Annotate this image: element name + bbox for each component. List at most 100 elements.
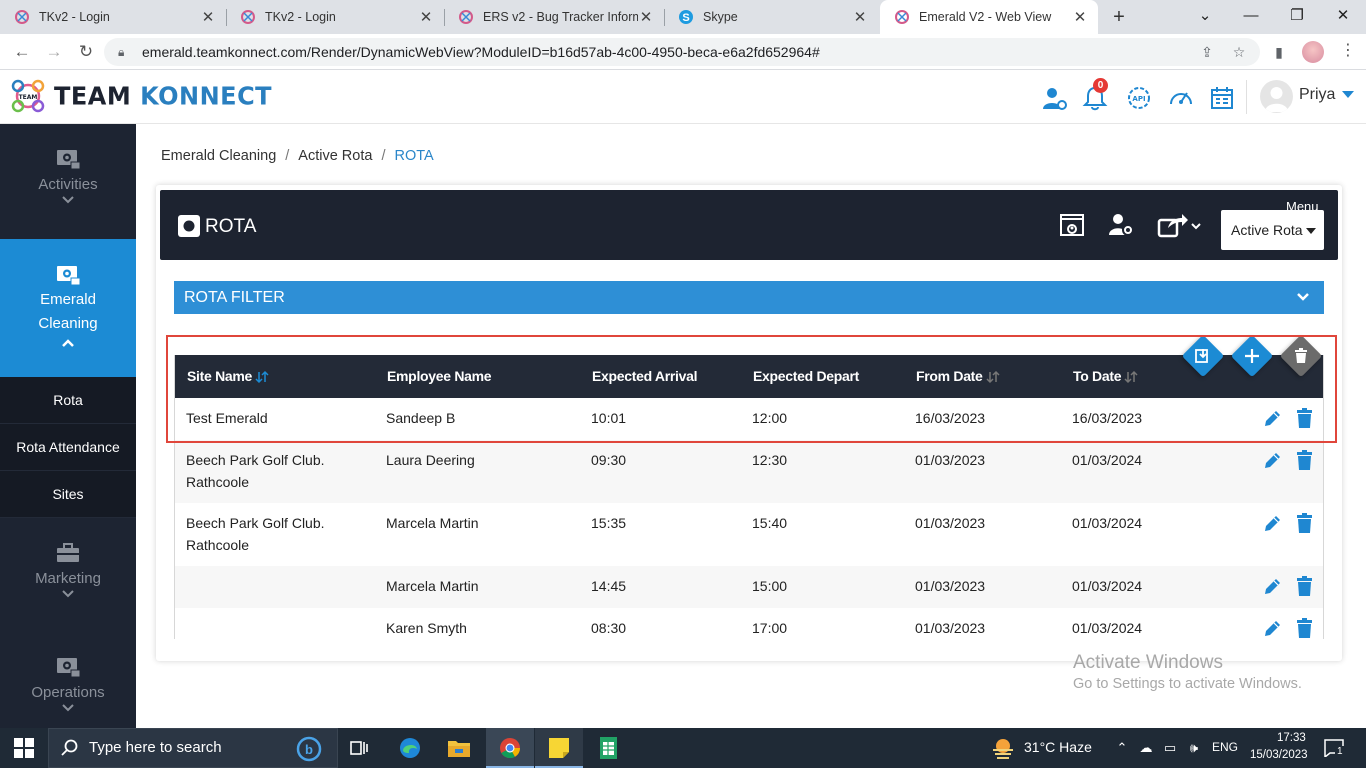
task-view-button[interactable]: [336, 728, 384, 768]
calendar-icon[interactable]: [1208, 84, 1236, 112]
volume-icon[interactable]: 🕪︎: [1186, 740, 1202, 756]
weather-haze-icon[interactable]: [990, 737, 1016, 759]
user-gear-icon[interactable]: [1106, 210, 1136, 240]
breadcrumb-link[interactable]: Emerald Cleaning: [161, 148, 276, 164]
sidebar-item-emerald-cleaning[interactable]: Emerald Cleaning: [0, 239, 136, 377]
sidebar-item-activities[interactable]: Activities: [0, 148, 136, 205]
taskbar-search-input[interactable]: Type here to search b: [48, 728, 338, 768]
onedrive-cloud-icon[interactable]: ☁: [1138, 740, 1154, 756]
side-panel-icon[interactable]: ▮: [1270, 43, 1288, 61]
language-indicator[interactable]: ENG: [1212, 740, 1238, 754]
browser-tab-active[interactable]: Emerald V2 - Web View ✕: [880, 0, 1098, 34]
user-settings-icon[interactable]: [1040, 84, 1068, 112]
cell-employee: Laura Deering: [386, 452, 475, 468]
tk-favicon-icon: [459, 10, 473, 24]
user-name[interactable]: Priya: [1299, 86, 1335, 104]
windows-start-icon[interactable]: [14, 738, 34, 758]
team-konnect-logo[interactable]: TEAM TEAM KONNECT: [10, 78, 272, 114]
clock-time[interactable]: 17:33: [1277, 732, 1306, 744]
tab-search-chevron-icon[interactable]: ⌄: [1182, 0, 1228, 34]
edge-icon: [400, 738, 420, 758]
cell-site: Beech Park Golf Club. Rathcoole: [186, 515, 325, 553]
gear-screen-icon: [57, 150, 81, 170]
close-tab-icon[interactable]: ✕: [852, 8, 868, 26]
url-bar[interactable]: 🔒︎ emerald.teamkonnect.com/Render/Dynami…: [104, 38, 1260, 66]
maximize-button[interactable]: ❐: [1274, 0, 1320, 34]
logo-wordmark: TEAM KONNECT: [54, 81, 273, 111]
clock-date[interactable]: 15/03/2023: [1250, 749, 1308, 761]
breadcrumb-link[interactable]: Active Rota: [298, 148, 372, 164]
sticky-notes-icon: [549, 738, 569, 758]
folder-user-icon[interactable]: [1058, 210, 1088, 240]
delete-trash-icon[interactable]: [1296, 618, 1313, 638]
avatar[interactable]: [1260, 80, 1293, 113]
spreadsheet-icon: [600, 737, 617, 759]
bing-icon[interactable]: b: [296, 736, 322, 762]
close-tab-icon[interactable]: ✕: [638, 8, 654, 26]
sidebar: Activities Emerald Cleaning Rota Rota At…: [0, 124, 136, 728]
chrome-icon: [500, 738, 521, 759]
sidebar-subitem-rota-attendance[interactable]: Rota Attendance: [0, 424, 136, 471]
file-explorer-taskbar-button[interactable]: [435, 728, 483, 768]
menu-dropdown[interactable]: Active Rota: [1221, 210, 1324, 250]
browser-profile-avatar[interactable]: [1302, 41, 1324, 63]
gear-screen-icon: [57, 266, 81, 286]
back-button[interactable]: ←: [10, 40, 34, 64]
close-tab-icon[interactable]: ✕: [1072, 8, 1088, 26]
close-tab-icon[interactable]: ✕: [200, 8, 216, 26]
network-icon[interactable]: ▭: [1162, 740, 1178, 756]
close-window-button[interactable]: ✕: [1320, 0, 1366, 34]
browser-tab[interactable]: ERS v2 - Bug Tracker Informa ✕: [444, 0, 664, 34]
user-menu-caret-icon[interactable]: [1342, 91, 1354, 98]
browser-tab[interactable]: TKv2 - Login ✕: [0, 0, 226, 34]
rota-filter-bar[interactable]: ROTA FILTER: [174, 281, 1324, 314]
excel-taskbar-button[interactable]: [584, 728, 632, 768]
cell-to-date: 01/03/2024: [1072, 452, 1143, 468]
edit-pencil-icon[interactable]: [1263, 619, 1282, 638]
cell-employee: Marcela Martin: [386, 578, 479, 594]
table-row: Beech Park Golf Club. Rathcoole Laura Dee…: [175, 440, 1323, 503]
url-text: emerald.teamkonnect.com/Render/DynamicWe…: [142, 44, 820, 60]
browser-tab[interactable]: S Skype ✕: [664, 0, 878, 34]
cell-arrival: 15:35: [591, 515, 627, 531]
cell-site: Beech Park Golf Club. Rathcoole: [186, 452, 325, 490]
share-icon[interactable]: ⇪: [1198, 43, 1216, 61]
sidebar-label: Cleaning: [38, 315, 98, 332]
edit-pencil-icon[interactable]: [1263, 514, 1282, 533]
sidebar-subitem-rota[interactable]: Rota: [0, 377, 136, 424]
edge-taskbar-button[interactable]: [386, 728, 434, 768]
edit-pencil-icon[interactable]: [1263, 577, 1282, 596]
share-export-icon[interactable]: [1156, 210, 1202, 240]
sticky-notes-taskbar-button[interactable]: [535, 728, 583, 768]
sidebar-item-marketing[interactable]: Marketing: [0, 542, 136, 599]
cell-from-date: 01/03/2023: [915, 620, 986, 636]
browser-tab[interactable]: TKv2 - Login ✕: [226, 0, 444, 34]
sidebar-item-operations[interactable]: Operations: [0, 656, 136, 713]
header-divider: [1246, 80, 1247, 114]
close-tab-icon[interactable]: ✕: [418, 8, 434, 26]
edit-pencil-icon[interactable]: [1263, 451, 1282, 470]
browser-menu-icon[interactable]: ⋮: [1340, 40, 1356, 60]
tk-favicon-icon: [15, 10, 29, 24]
breadcrumb-current: ROTA: [394, 148, 434, 164]
forward-button[interactable]: →: [42, 40, 66, 64]
new-tab-button[interactable]: +: [1108, 6, 1130, 28]
filter-title: ROTA FILTER: [184, 289, 285, 306]
bookmark-star-icon[interactable]: ☆: [1230, 43, 1248, 61]
reload-button[interactable]: ↻: [74, 40, 98, 64]
sidebar-subitem-sites[interactable]: Sites: [0, 471, 136, 518]
chevron-down-icon: [62, 704, 74, 712]
minimize-button[interactable]: —: [1228, 0, 1274, 34]
delete-trash-icon[interactable]: [1296, 576, 1313, 596]
delete-trash-icon[interactable]: [1296, 450, 1313, 470]
chrome-taskbar-button[interactable]: [486, 728, 534, 768]
weather-text[interactable]: 31°C Haze: [1024, 739, 1092, 755]
folder-icon: [448, 741, 470, 757]
dashboard-gauge-icon[interactable]: [1167, 84, 1195, 112]
api-icon[interactable]: API: [1125, 84, 1153, 112]
tab-title: Emerald V2 - Web View: [919, 10, 1052, 24]
notification-count: 1: [1335, 746, 1345, 757]
delete-trash-icon[interactable]: [1296, 513, 1313, 533]
show-hidden-icons-chevron[interactable]: ⌃: [1114, 740, 1130, 756]
tk-favicon-icon: [895, 10, 909, 24]
